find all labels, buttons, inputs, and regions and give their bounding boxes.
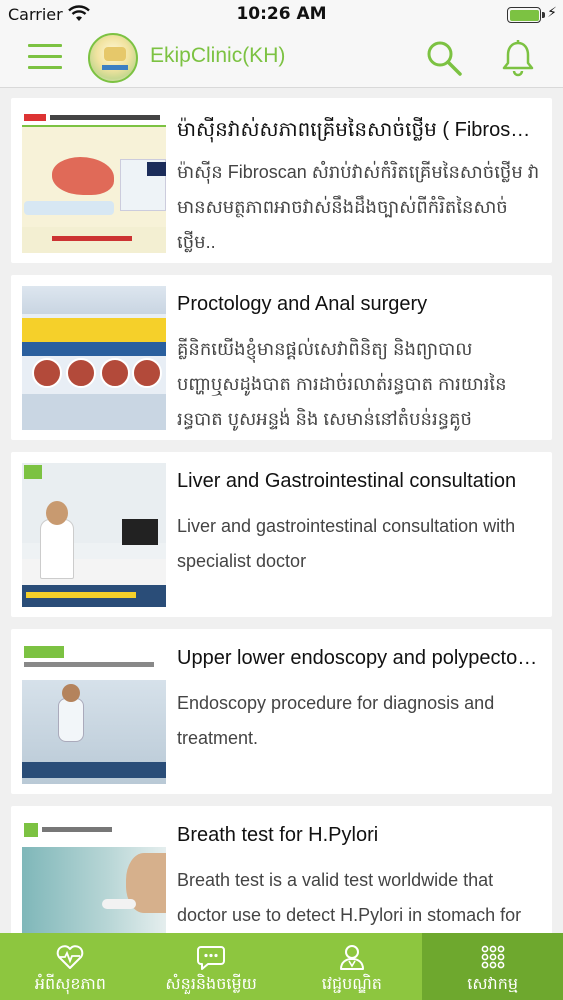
menu-icon[interactable] [28,44,62,72]
service-thumbnail [22,109,166,253]
tab-bar: អំពីសុខភាព សំនួរនិងចម្លើយ វេជ្ជបណ្ឌិត សេ… [0,933,563,1000]
bell-icon[interactable] [498,38,538,78]
charging-icon: ⚡ [547,5,557,21]
tab-health-info[interactable]: អំពីសុខភាព [0,933,141,1000]
service-title: Proctology and Anal surgery [177,293,428,315]
service-title: Upper lower endoscopy and polypectomy [177,647,540,669]
service-card-liver-gi[interactable]: Liver and Gastrointestinal consultation … [11,452,552,617]
heart-pulse-icon [57,945,84,969]
status-bar: Carrier 10:26 AM ⚡ [0,0,563,30]
service-list[interactable]: ម៉ាស៊ីនវាស់សភាពគ្រើមនៃសាច់ថ្លើម ( Fibros… [0,88,563,933]
service-title: ម៉ាស៊ីនវាស់សភាពគ្រើមនៃសាច់ថ្លើម ( Fibros… [177,119,540,141]
service-description: Endoscopy procedure for diagnosis and tr… [177,693,495,748]
service-card-proctology[interactable]: Proctology and Anal surgery គ្លីនិកយើងខ្… [11,275,552,440]
tab-qa[interactable]: សំនួរនិងចម្លើយ [141,933,282,1000]
grid-dots-icon [481,945,505,969]
tab-label: វេជ្ជបណ្ឌិត [321,976,382,993]
service-title: Liver and Gastrointestinal consultation [177,470,517,492]
service-thumbnail [22,463,166,607]
clock: 10:26 AM [236,4,327,24]
tab-label: សេវាកម្ម [467,976,519,993]
service-description: ម៉ាស៊ីន Fibroscan សំរាប់វាស់កំរិតគ្រើមនៃ… [177,162,540,252]
service-card-fibroscan[interactable]: ម៉ាស៊ីនវាស់សភាពគ្រើមនៃសាច់ថ្លើម ( Fibros… [11,98,552,263]
app-logo [88,33,138,83]
tab-label: អំពីសុខភាព [34,976,106,993]
search-icon[interactable] [424,38,464,78]
battery-tip [542,12,545,18]
service-thumbnail [22,817,166,933]
service-description: Breath test is a valid test worldwide th… [177,870,522,925]
service-title: Breath test for H.Pylori [177,824,379,846]
tab-label: សំនួរនិងចម្លើយ [165,976,257,993]
service-thumbnail [22,640,166,784]
service-description: Liver and gastrointestinal consultation … [177,516,516,571]
battery-icon [507,7,541,23]
navigation-bar: EkipClinic(KH) [0,30,563,88]
app-title: EkipClinic(KH) [150,44,286,67]
service-description: គ្លីនិកយើងខ្ញុំមានផ្តល់សេវាពិនិត្យ និងព្… [177,339,507,429]
chat-bubble-icon [197,946,226,970]
service-card-endoscopy[interactable]: Upper lower endoscopy and polypectomy En… [11,629,552,794]
tab-services[interactable]: សេវាកម្ម [422,933,563,1000]
service-thumbnail [22,286,166,430]
service-card-breath-test[interactable]: Breath test for H.Pylori Breath test is … [11,806,552,933]
doctors-icon [339,945,364,970]
tab-doctors[interactable]: វេជ្ជបណ្ឌិត [282,933,423,1000]
